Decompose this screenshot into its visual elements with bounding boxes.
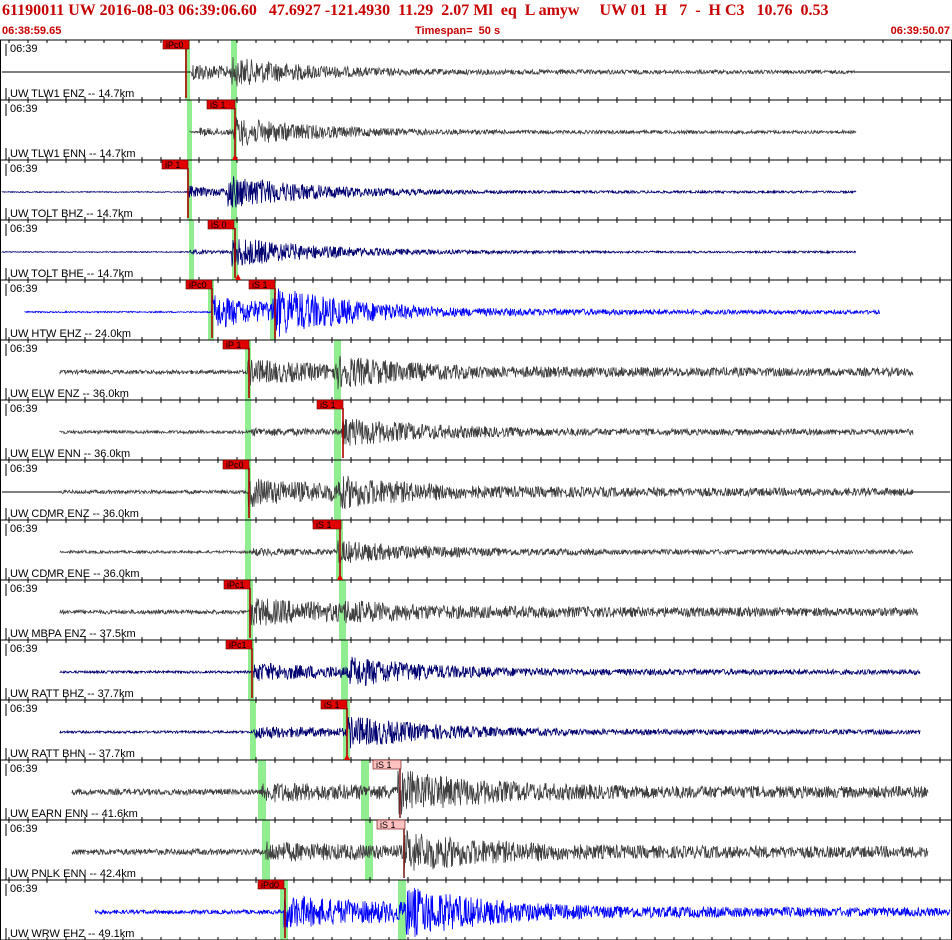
- waveform-trace-11: [59, 656, 921, 687]
- station-channel-label: UW TOLT BHE -- 14.7km: [10, 268, 133, 280]
- pick-label: iS 1: [380, 820, 396, 830]
- phase-band-p-12: [250, 700, 256, 760]
- seismogram-panel-stack[interactable]: iPc0 iS 1 iP 1 iS 0 iPc0 iS 1 iP 1 iS 1 iPc0 iS 1…: [0, 0, 952, 940]
- station-channel-label: UW WRW EHZ -- 49.1km: [10, 928, 134, 940]
- pick-label: iS 1: [320, 400, 336, 410]
- pick-label: iPc1: [229, 640, 247, 650]
- waveform-trace-1: [189, 57, 857, 87]
- panel-time-label: 06:39: [10, 283, 38, 295]
- station-channel-label: UW TLW1 ENN -- 14.7km: [10, 148, 136, 160]
- pick-label: iS 1: [376, 760, 392, 770]
- pick-label: iP 1: [226, 340, 241, 350]
- waveform-trace-15: [94, 887, 951, 937]
- pick-label: iPd0: [261, 880, 279, 890]
- panel-time-label: 06:39: [10, 523, 38, 535]
- station-channel-label: UW MBPA ENZ -- 37.5km: [10, 628, 136, 640]
- pick-label: iS 1: [252, 280, 268, 290]
- waveform-trace-3: [1, 176, 857, 208]
- panel-time-label: 06:39: [10, 763, 38, 775]
- waveform-trace-5: [24, 288, 881, 337]
- pick-label: iS 1: [210, 100, 226, 110]
- phase-band-p-4: [189, 220, 194, 280]
- station-channel-label: UW TOLT BHZ -- 14.7km: [10, 208, 133, 220]
- pick-label: iS 0: [211, 220, 227, 230]
- station-channel-label: UW CDMR ENZ -- 36.0km: [10, 508, 139, 520]
- panel-time-label: 06:39: [10, 823, 38, 835]
- pick-label: iPc1: [227, 580, 245, 590]
- pick-label: iS 1: [324, 700, 340, 710]
- waveform-trace-6: [59, 355, 914, 390]
- panel-time-label: 06:39: [10, 223, 38, 235]
- waveform-trace-13: [71, 770, 929, 815]
- waveform-trace-8: [59, 475, 914, 510]
- panel-time-label: 06:39: [10, 883, 38, 895]
- panel-time-label: 06:39: [10, 703, 38, 715]
- pick-label: iS 1: [316, 520, 332, 530]
- panel-time-label: 06:39: [10, 43, 38, 55]
- station-channel-label: UW RATT BHZ -- 37.7km: [10, 688, 134, 700]
- pick-label: iPc0: [226, 460, 244, 470]
- waveform-trace-9: [59, 540, 914, 564]
- panel-time-label: 06:39: [10, 643, 38, 655]
- station-channel-label: UW CDMR ENE -- 36.0km: [10, 568, 140, 580]
- phase-band-p-2: [187, 100, 192, 160]
- station-channel-label: UW RATT BHN -- 37.7km: [10, 748, 135, 760]
- panel-time-label: 06:39: [10, 403, 38, 415]
- station-channel-label: UW TLW1 ENZ -- 14.7km: [10, 88, 134, 100]
- waveform-trace-14: [71, 829, 929, 871]
- panel-time-label: 06:39: [10, 583, 38, 595]
- waveform-trace-7: [59, 419, 914, 446]
- pick-label: iP 1: [165, 160, 180, 170]
- station-channel-label: UW HTW EHZ -- 24.0km: [10, 328, 131, 340]
- waveform-trace-4: [1, 239, 857, 267]
- waveform-trace-12: [59, 717, 921, 749]
- station-channel-label: UW ELW ENZ -- 36.0km: [10, 388, 129, 400]
- station-channel-label: UW ELW ENN -- 36.0km: [10, 448, 130, 460]
- station-channel-label: UW PNLK ENN -- 42.4km: [10, 868, 136, 880]
- phase-band-p-7: [245, 400, 251, 460]
- panel-time-label: 06:39: [10, 103, 38, 115]
- station-channel-label: UW EARN ENN -- 41.6km: [10, 808, 138, 820]
- panel-time-label: 06:39: [10, 463, 38, 475]
- pick-label: iPc0: [166, 40, 184, 50]
- pick-label: iPc0: [189, 280, 207, 290]
- panel-time-label: 06:39: [10, 343, 38, 355]
- waveform-trace-10: [59, 598, 919, 628]
- panel-time-label: 06:39: [10, 163, 38, 175]
- waveform-trace-2: [189, 117, 857, 146]
